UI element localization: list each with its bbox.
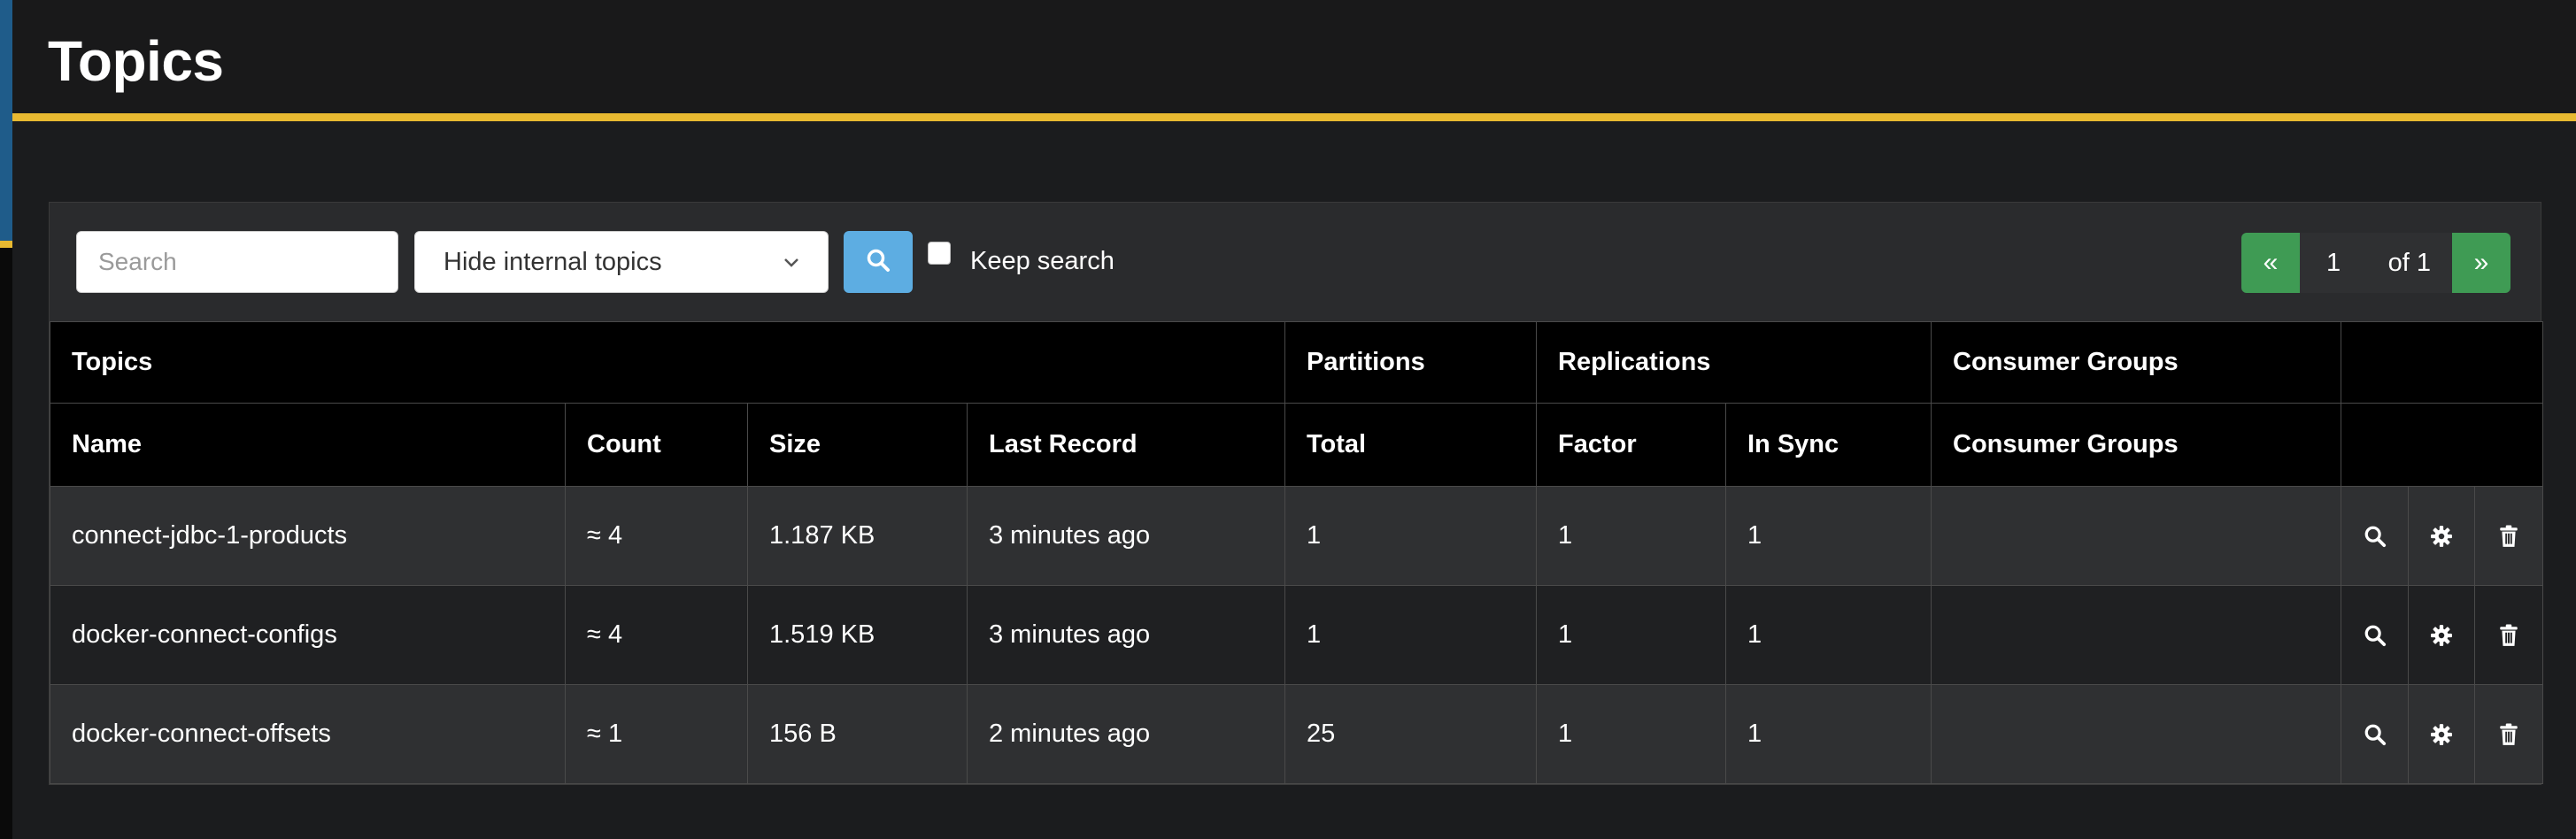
column-header-size[interactable]: Size	[747, 403, 968, 487]
replication-factor: 1	[1536, 585, 1726, 685]
group-header-topics: Topics	[50, 321, 1285, 404]
partitions-total: 25	[1284, 684, 1537, 784]
topic-name[interactable]: docker-connect-offsets	[50, 684, 566, 784]
left-nav-accent	[0, 0, 12, 241]
consumer-groups-cell	[1931, 684, 2341, 784]
page-header: Topics	[12, 0, 2576, 121]
search-icon	[2341, 487, 2408, 585]
topic-count: ≈ 1	[565, 684, 748, 784]
column-header-factor[interactable]: Factor	[1536, 403, 1726, 487]
delete-topic-button[interactable]	[2473, 585, 2544, 685]
topic-size: 1.187 KB	[747, 486, 968, 586]
column-header-consumer-groups[interactable]: Consumer Groups	[1931, 403, 2341, 487]
in-sync-replicas: 1	[1725, 585, 1932, 685]
current-page: 1	[2326, 248, 2341, 277]
replication-factor: 1	[1536, 684, 1726, 784]
table-row: docker-connect-offsets ≈ 1 156 B 2 minut…	[50, 684, 2544, 784]
column-header-in-sync[interactable]: In Sync	[1725, 403, 1932, 487]
topic-size: 156 B	[747, 684, 968, 784]
topic-count: ≈ 4	[565, 486, 748, 586]
topic-count: ≈ 4	[565, 585, 748, 685]
view-topic-button[interactable]	[2341, 585, 2409, 685]
gear-icon	[2409, 685, 2474, 783]
trash-icon	[2475, 685, 2542, 783]
toolbar: Hide internal topics Keep search « 1 of …	[50, 203, 2541, 321]
topic-last-record: 3 minutes ago	[967, 585, 1285, 685]
search-icon	[2341, 586, 2408, 684]
topic-settings-button[interactable]	[2408, 684, 2475, 784]
consumer-groups-cell	[1931, 486, 2341, 586]
topic-name[interactable]: docker-connect-configs	[50, 585, 566, 685]
group-header-consumer-groups: Consumer Groups	[1931, 321, 2341, 404]
chevron-down-icon	[783, 250, 799, 273]
topic-settings-button[interactable]	[2408, 486, 2475, 586]
group-header-partitions: Partitions	[1284, 321, 1537, 404]
topic-last-record: 3 minutes ago	[967, 486, 1285, 586]
page-title: Topics	[48, 29, 224, 93]
group-header-actions	[2340, 321, 2544, 404]
topic-settings-button[interactable]	[2408, 585, 2475, 685]
trash-icon	[2475, 586, 2542, 684]
in-sync-replicas: 1	[1725, 684, 1932, 784]
view-topic-button[interactable]	[2341, 486, 2409, 586]
trash-icon	[2475, 487, 2542, 585]
group-header-replications: Replications	[1536, 321, 1932, 404]
group-header-row: Topics Partitions Replications Consumer …	[50, 321, 2544, 404]
topic-filter-select[interactable]: Hide internal topics	[414, 231, 829, 293]
table-row: docker-connect-configs ≈ 4 1.519 KB 3 mi…	[50, 585, 2544, 685]
column-header-row: Name Count Size Last Record Total Factor…	[50, 403, 2544, 487]
column-header-last-record[interactable]: Last Record	[967, 403, 1285, 487]
keep-search-checkbox[interactable]	[928, 242, 951, 265]
gear-icon	[2409, 586, 2474, 684]
in-sync-replicas: 1	[1725, 486, 1932, 586]
topics-panel: Hide internal topics Keep search « 1 of …	[49, 202, 2544, 785]
left-nav-strip	[0, 248, 12, 839]
view-topic-button[interactable]	[2341, 684, 2409, 784]
left-nav-gold-marker	[0, 241, 12, 248]
column-header-count[interactable]: Count	[565, 403, 748, 487]
delete-topic-button[interactable]	[2473, 486, 2544, 586]
partitions-total: 1	[1284, 585, 1537, 685]
search-input[interactable]	[76, 231, 398, 293]
topic-last-record: 2 minutes ago	[967, 684, 1285, 784]
column-header-actions	[2340, 403, 2544, 487]
partitions-total: 1	[1284, 486, 1537, 586]
column-header-total[interactable]: Total	[1284, 403, 1537, 487]
page-total: of 1	[2387, 248, 2431, 277]
replication-factor: 1	[1536, 486, 1726, 586]
topic-name[interactable]: connect-jdbc-1-products	[50, 486, 566, 586]
topic-filter-value: Hide internal topics	[443, 247, 662, 276]
search-icon	[866, 248, 891, 277]
keep-search-label: Keep search	[970, 247, 1114, 275]
table-row: connect-jdbc-1-products ≈ 4 1.187 KB 3 m…	[50, 486, 2544, 586]
gear-icon	[2409, 487, 2474, 585]
first-page-button[interactable]: «	[2241, 233, 2300, 293]
page-indicator: 1 of 1	[2300, 233, 2452, 293]
search-button[interactable]	[844, 231, 913, 293]
search-icon	[2341, 685, 2408, 783]
main-content: Hide internal topics Keep search « 1 of …	[12, 129, 2576, 839]
delete-topic-button[interactable]	[2473, 684, 2544, 784]
topics-table: Topics Partitions Replications Consumer …	[50, 321, 2544, 784]
column-header-name[interactable]: Name	[50, 403, 566, 487]
consumer-groups-cell	[1931, 585, 2341, 685]
last-page-button[interactable]: »	[2452, 233, 2510, 293]
topic-size: 1.519 KB	[747, 585, 968, 685]
pagination: « 1 of 1 »	[2241, 233, 2510, 293]
